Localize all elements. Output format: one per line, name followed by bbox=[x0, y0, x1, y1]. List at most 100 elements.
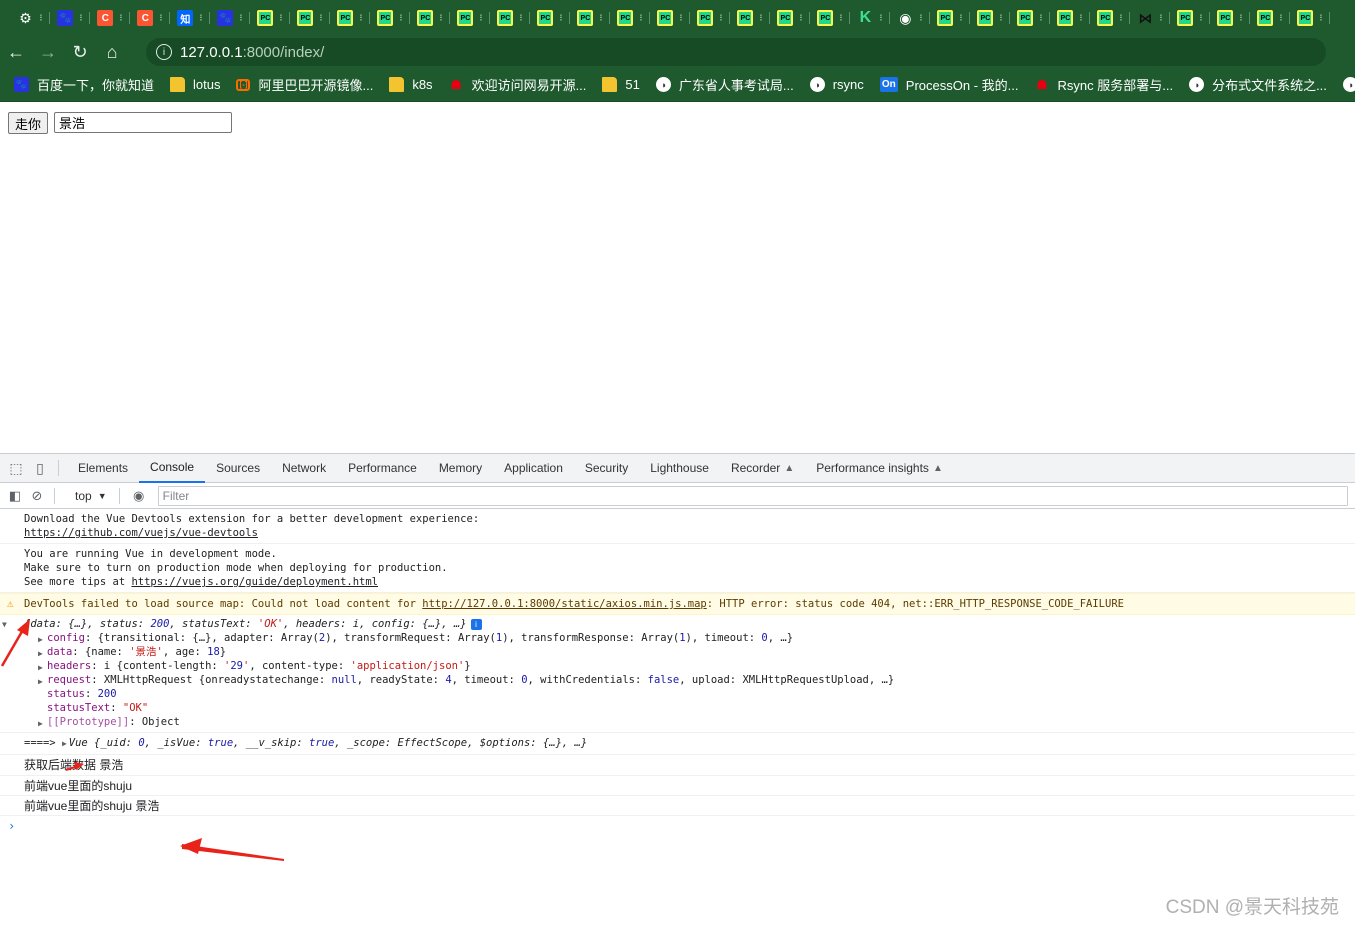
tab-close-icon[interactable]: ⁝ bbox=[239, 13, 242, 24]
devtools-tab-network[interactable]: Network bbox=[271, 454, 337, 483]
browser-tab[interactable]: PC ⁝ bbox=[330, 4, 370, 32]
devtools-tab-elements[interactable]: Elements bbox=[67, 454, 139, 483]
browser-tab[interactable]: C ⁝ bbox=[90, 4, 130, 32]
browser-tab[interactable]: PC ⁝ bbox=[1250, 4, 1290, 32]
browser-tab[interactable]: PC ⁝ bbox=[290, 4, 330, 32]
bookmark-item[interactable]: ☗ 欢迎访问网易开源... bbox=[449, 75, 586, 94]
object-property[interactable]: ▶ headers: i {content-length: '29', conte… bbox=[24, 659, 1355, 673]
tab-close-icon[interactable]: ⁝ bbox=[1119, 13, 1122, 24]
browser-tab[interactable]: ⚙ ⁝ bbox=[10, 4, 50, 32]
devtools-tab-security[interactable]: Security bbox=[574, 454, 639, 483]
browser-tab[interactable]: PC ⁝ bbox=[1090, 4, 1130, 32]
tab-close-icon[interactable]: ⁝ bbox=[279, 13, 282, 24]
browser-tab[interactable]: PC ⁝ bbox=[610, 4, 650, 32]
browser-tab[interactable]: PC ⁝ bbox=[730, 4, 770, 32]
context-selector[interactable]: top ▼ bbox=[69, 489, 113, 503]
tab-close-icon[interactable]: ⁝ bbox=[679, 13, 682, 24]
devtools-tab-performance-insights[interactable]: Performance insights ▲ bbox=[805, 454, 954, 483]
tab-close-icon[interactable]: ⁝ bbox=[359, 13, 362, 24]
collapsed-triangle-icon[interactable]: ▶ bbox=[38, 717, 43, 731]
bookmark-item[interactable]: ◑ 广东省人事考试局... bbox=[655, 75, 794, 94]
browser-tab[interactable]: PC ⁝ bbox=[1290, 4, 1330, 32]
tab-close-icon[interactable]: ⁝ bbox=[959, 13, 962, 24]
browser-tab[interactable]: PC ⁝ bbox=[450, 4, 490, 32]
browser-tab[interactable]: PC ⁝ bbox=[770, 4, 810, 32]
browser-tab[interactable]: PC ⁝ bbox=[1010, 4, 1050, 32]
tab-close-icon[interactable]: ⁝ bbox=[39, 13, 42, 24]
home-icon[interactable]: ⌂ bbox=[96, 38, 128, 66]
browser-tab[interactable]: PC ⁝ bbox=[970, 4, 1010, 32]
tab-close-icon[interactable]: ⁝ bbox=[999, 13, 1002, 24]
inspect-element-icon[interactable]: ⬚ bbox=[4, 456, 28, 480]
tab-close-icon[interactable]: ⁝ bbox=[119, 13, 122, 24]
bookmark-item[interactable]: ◑Gluste bbox=[1342, 77, 1355, 92]
devtools-tab-sources[interactable]: Sources bbox=[205, 454, 271, 483]
bookmark-item[interactable]: 51 bbox=[602, 77, 640, 92]
vue-object-preview[interactable]: Vue {_uid: 0, _isVue: true, __v_skip: tr… bbox=[69, 737, 587, 749]
tab-close-icon[interactable]: ⁝ bbox=[79, 13, 82, 24]
name-input[interactable] bbox=[54, 112, 232, 133]
devtools-tab-memory[interactable]: Memory bbox=[428, 454, 493, 483]
tab-close-icon[interactable]: ⁝ bbox=[719, 13, 722, 24]
tab-close-icon[interactable]: ⁝ bbox=[1319, 13, 1322, 24]
browser-tab[interactable]: PC ⁝ bbox=[810, 4, 850, 32]
address-bar[interactable]: i 127.0.0.1:8000/index/ bbox=[146, 38, 1326, 66]
bookmark-item[interactable]: ◑ 分布式文件系统之... bbox=[1189, 75, 1327, 94]
bookmark-item[interactable]: 🐾 百度一下，你就知道 bbox=[14, 75, 154, 94]
devtools-tab-recorder[interactable]: Recorder ▲ bbox=[720, 454, 805, 483]
browser-tab[interactable]: PC ⁝ bbox=[410, 4, 450, 32]
tab-close-icon[interactable]: ⁝ bbox=[159, 13, 162, 24]
browser-tab[interactable]: C ⁝ bbox=[130, 4, 170, 32]
bookmark-item[interactable]: ◑ rsync bbox=[809, 77, 864, 92]
tab-close-icon[interactable]: ⁝ bbox=[1279, 13, 1282, 24]
object-property[interactable]: ▶ config: {transitional: {…}, adapter: Ar… bbox=[24, 631, 1355, 645]
bookmark-item[interactable]: On ProcessOn - 我的... bbox=[879, 75, 1018, 94]
tab-close-icon[interactable]: ⁝ bbox=[1239, 13, 1242, 24]
bookmark-item[interactable]: ☗ Rsync 服务部署与... bbox=[1034, 75, 1173, 94]
browser-tab[interactable]: 知 ⁝ bbox=[170, 4, 210, 32]
browser-tab[interactable]: PC ⁝ bbox=[370, 4, 410, 32]
browser-tab[interactable]: 🐾 ⁝ bbox=[50, 4, 90, 32]
browser-tab[interactable]: PC ⁝ bbox=[490, 4, 530, 32]
collapsed-triangle-icon[interactable]: ▶ bbox=[62, 739, 67, 748]
devtools-tab-performance[interactable]: Performance bbox=[337, 454, 428, 483]
site-info-icon[interactable]: i bbox=[156, 44, 172, 60]
tab-close-icon[interactable]: ⁝ bbox=[399, 13, 402, 24]
tab-close-icon[interactable]: ⁝ bbox=[639, 13, 642, 24]
devtools-tab-console[interactable]: Console bbox=[139, 454, 206, 483]
eye-icon[interactable]: ◉ bbox=[128, 486, 150, 506]
browser-tab[interactable]: PC ⁝ bbox=[650, 4, 690, 32]
browser-tab[interactable]: PC ⁝ bbox=[530, 4, 570, 32]
browser-tab[interactable]: PC ⁝ bbox=[570, 4, 610, 32]
sidebar-toggle-icon[interactable]: ◧ bbox=[4, 486, 26, 506]
browser-tab[interactable]: PC ⁝ bbox=[250, 4, 290, 32]
tab-close-icon[interactable]: ⁝ bbox=[479, 13, 482, 24]
reload-icon[interactable]: ↻ bbox=[64, 38, 96, 66]
tab-close-icon[interactable]: ⁝ bbox=[799, 13, 802, 24]
object-header[interactable]: ▼ {data: {…}, status: 200, statusText: '… bbox=[2, 617, 1355, 631]
tab-close-icon[interactable]: ⁝ bbox=[559, 13, 562, 24]
tab-close-icon[interactable]: ⁝ bbox=[519, 13, 522, 24]
tab-close-icon[interactable]: ⁝ bbox=[1199, 13, 1202, 24]
submit-button[interactable]: 走你 bbox=[8, 112, 49, 134]
tab-close-icon[interactable]: ⁝ bbox=[879, 13, 882, 24]
tab-close-icon[interactable]: ⁝ bbox=[919, 13, 922, 24]
object-property[interactable]: ▶ request: XMLHttpRequest {onreadystatech… bbox=[24, 673, 1355, 687]
browser-tab[interactable]: ◉ ⁝ bbox=[890, 4, 930, 32]
browser-tab[interactable]: K ⁝ bbox=[850, 4, 890, 32]
info-icon[interactable]: i bbox=[470, 618, 482, 630]
browser-tab[interactable]: PC ⁝ bbox=[930, 4, 970, 32]
clear-console-icon[interactable]: ⊘ bbox=[26, 486, 48, 506]
tab-close-icon[interactable]: ⁝ bbox=[199, 13, 202, 24]
tab-close-icon[interactable]: ⁝ bbox=[839, 13, 842, 24]
bookmark-item[interactable]: [-] 阿里巴巴开源镜像... bbox=[236, 75, 373, 94]
browser-tab[interactable]: 🐾 ⁝ bbox=[210, 4, 250, 32]
browser-tab[interactable]: PC ⁝ bbox=[1210, 4, 1250, 32]
tab-close-icon[interactable]: ⁝ bbox=[1159, 13, 1162, 24]
devtools-tab-lighthouse[interactable]: Lighthouse bbox=[639, 454, 720, 483]
browser-tab[interactable]: PC ⁝ bbox=[690, 4, 730, 32]
bookmark-item[interactable]: lotus bbox=[170, 77, 220, 92]
back-arrow-icon[interactable]: ← bbox=[0, 38, 32, 66]
browser-tab[interactable]: ⋈ ⁝ bbox=[1130, 4, 1170, 32]
tab-close-icon[interactable]: ⁝ bbox=[439, 13, 442, 24]
